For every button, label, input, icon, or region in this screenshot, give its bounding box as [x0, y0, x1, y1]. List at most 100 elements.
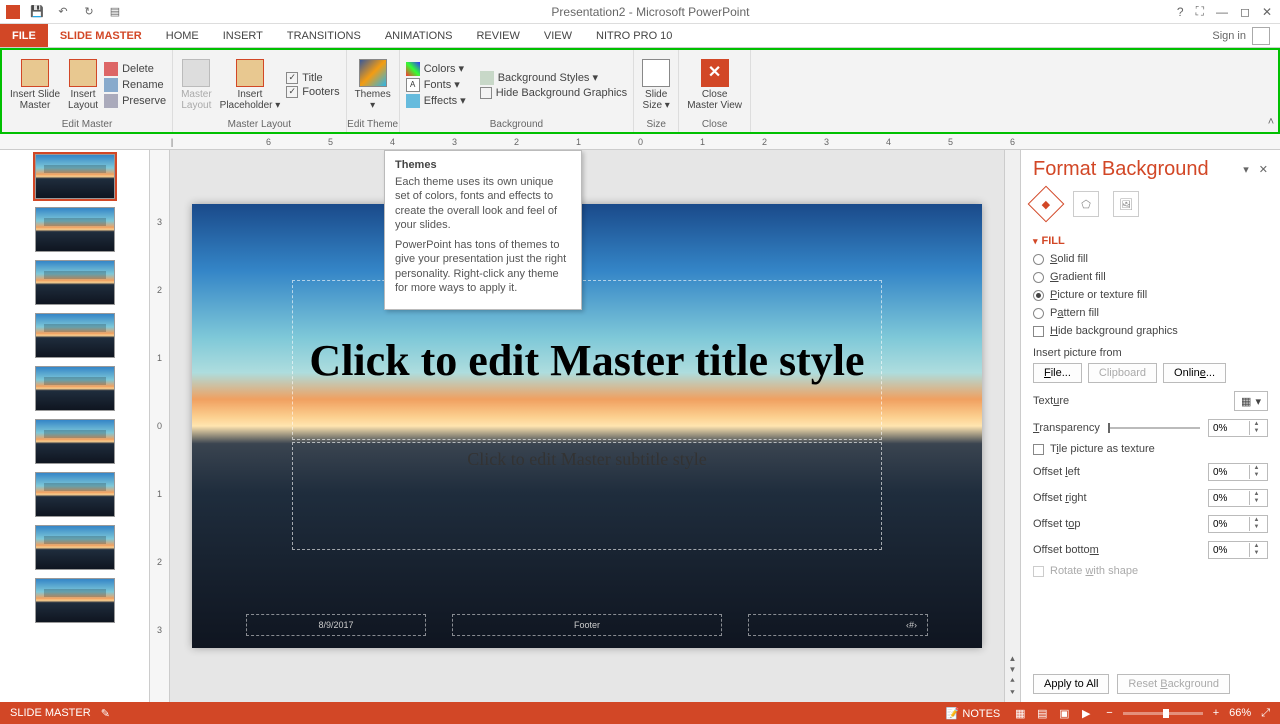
tab-insert[interactable]: INSERT [211, 24, 275, 47]
thumbnail-layout[interactable] [35, 525, 115, 570]
effects-button[interactable]: Effects ▾ [406, 94, 466, 108]
slide-number-icon: ‹#› [906, 620, 917, 630]
fit-to-window-icon[interactable]: ⤢ [1261, 707, 1270, 720]
thumbnail-layout[interactable] [35, 260, 115, 305]
zoom-in-icon[interactable]: + [1213, 707, 1219, 719]
maximize-icon[interactable]: ◻ [1240, 5, 1250, 19]
slide-number-placeholder[interactable]: ‹#› [748, 614, 928, 636]
canvas[interactable]: Click to edit Master title style Click t… [170, 150, 1004, 702]
vertical-scrollbar[interactable]: ▲ ▼ ⯅ ⯆ [1004, 150, 1020, 702]
undo-icon[interactable]: ↶ [54, 3, 72, 21]
spell-check-icon[interactable]: ✎ [101, 707, 110, 720]
picture-fill-radio[interactable]: Picture or texture fill [1033, 289, 1268, 301]
slide-editor: 3210123 Click to edit Master title style… [150, 150, 1020, 702]
normal-view-icon[interactable]: ▦ [1010, 705, 1030, 721]
tab-file[interactable]: FILE [0, 24, 48, 47]
offset-bottom-input[interactable]: ▲▼ [1208, 541, 1268, 559]
master-subtitle-placeholder[interactable]: Click to edit Master subtitle style [292, 442, 882, 550]
texture-picker[interactable]: ▦▾ [1234, 391, 1268, 411]
offset-left-input[interactable]: ▲▼ [1208, 463, 1268, 481]
hide-bg-graphics-checkbox[interactable]: Hide Background Graphics [480, 87, 627, 99]
themes-icon [359, 59, 387, 87]
apply-to-all-button[interactable]: Apply to All [1033, 674, 1109, 694]
tab-slide-master[interactable]: SLIDE MASTER [48, 24, 154, 47]
sign-in-link[interactable]: Sign in [1212, 30, 1246, 42]
pattern-fill-radio[interactable]: Pattern fill [1033, 307, 1268, 319]
master-layout-button[interactable]: Master Layout [179, 57, 214, 113]
slide-size-button[interactable]: Slide Size ▾ [640, 57, 672, 113]
layout-thumbnails[interactable] [0, 150, 150, 702]
thumbnail-layout[interactable] [35, 313, 115, 358]
thumbnail-layout[interactable] [35, 419, 115, 464]
notes-button[interactable]: 📝 NOTES [946, 707, 1001, 720]
close-icon[interactable]: ✕ [1262, 5, 1272, 19]
rename-button[interactable]: Rename [104, 78, 166, 92]
insert-slide-master-button[interactable]: Insert Slide Master [8, 57, 62, 113]
start-from-beginning-icon[interactable]: ▤ [106, 3, 124, 21]
close-master-view-button[interactable]: ✕Close Master View [685, 57, 744, 113]
zoom-slider[interactable] [1123, 712, 1203, 715]
tab-home[interactable]: HOME [154, 24, 211, 47]
fill-section-header[interactable]: FILL [1033, 235, 1268, 247]
offset-top-input[interactable]: ▲▼ [1208, 515, 1268, 533]
transparency-input[interactable]: ▲▼ [1208, 419, 1268, 437]
scroll-down-icon[interactable]: ▼ [1009, 665, 1017, 674]
insert-layout-button[interactable]: Insert Layout [66, 57, 100, 113]
picture-tab-icon[interactable]: 🖼 [1113, 191, 1139, 217]
tab-view[interactable]: VIEW [532, 24, 584, 47]
sorter-view-icon[interactable]: ▤ [1032, 705, 1052, 721]
help-icon[interactable]: ? [1177, 5, 1184, 19]
thumbnail-layout[interactable] [35, 207, 115, 252]
window-title: Presentation2 - Microsoft PowerPoint [124, 5, 1177, 19]
tile-picture-checkbox[interactable]: Tile picture as texture [1033, 443, 1268, 455]
fill-tab-icon[interactable]: ◆ [1028, 186, 1065, 223]
solid-fill-radio[interactable]: Solid fill [1033, 253, 1268, 265]
thumbnail-layout[interactable] [35, 578, 115, 623]
tab-review[interactable]: REVIEW [464, 24, 531, 47]
tab-animations[interactable]: ANIMATIONS [373, 24, 465, 47]
delete-button[interactable]: Delete [104, 62, 166, 76]
date-placeholder[interactable]: 8/9/2017 [246, 614, 426, 636]
master-title-placeholder[interactable]: Click to edit Master title style [292, 280, 882, 440]
minimize-icon[interactable]: — [1216, 5, 1228, 19]
collapse-ribbon-icon[interactable]: ˄ [1264, 50, 1278, 132]
avatar-icon[interactable] [1252, 27, 1270, 45]
thumbnail-layout[interactable] [35, 472, 115, 517]
next-slide-icon[interactable]: ⯆ [1009, 688, 1015, 698]
redo-icon[interactable]: ↻ [80, 3, 98, 21]
title-checkbox[interactable]: ✓Title [286, 72, 339, 84]
footer-placeholder[interactable]: Footer [452, 614, 722, 636]
tab-nitro[interactable]: NITRO PRO 10 [584, 24, 684, 47]
prev-slide-icon[interactable]: ⯅ [1009, 676, 1015, 686]
tab-transitions[interactable]: TRANSITIONS [275, 24, 373, 47]
slide[interactable]: Click to edit Master title style Click t… [192, 204, 982, 648]
thumbnail-slide-master[interactable] [35, 154, 115, 199]
effects-tab-icon[interactable]: ⬠ [1073, 191, 1099, 217]
colors-button[interactable]: Colors ▾ [406, 62, 466, 76]
themes-button[interactable]: Themes ▾ [353, 57, 393, 113]
footers-checkbox[interactable]: ✓Footers [286, 86, 339, 98]
transparency-slider[interactable] [1108, 427, 1200, 429]
save-icon[interactable]: 💾 [28, 3, 46, 21]
zoom-level[interactable]: 66% [1229, 707, 1251, 719]
insert-placeholder-button[interactable]: Insert Placeholder ▾ [218, 57, 283, 113]
preserve-button[interactable]: Preserve [104, 94, 166, 108]
hide-bg-graphics-pane-checkbox[interactable]: Hide background graphics [1033, 325, 1268, 337]
offset-right-input[interactable]: ▲▼ [1208, 489, 1268, 507]
pane-close-icon[interactable]: ✕ [1259, 163, 1268, 176]
reading-view-icon[interactable]: ▣ [1054, 705, 1074, 721]
file-button[interactable]: File... [1033, 363, 1082, 383]
ribbon-display-icon[interactable]: ⛶ [1196, 4, 1204, 19]
offset-top-label: Offset top [1033, 518, 1081, 530]
pane-options-icon[interactable]: ▾ [1243, 163, 1249, 176]
thumbnail-layout[interactable] [35, 366, 115, 411]
scroll-up-icon[interactable]: ▲ [1009, 654, 1017, 663]
slideshow-view-icon[interactable]: ▶ [1076, 705, 1096, 721]
online-button[interactable]: Online... [1163, 363, 1226, 383]
fonts-button[interactable]: AFonts ▾ [406, 78, 466, 92]
background-styles-button[interactable]: Background Styles ▾ [480, 71, 627, 85]
vertical-ruler: 3210123 [150, 150, 170, 702]
zoom-out-icon[interactable]: − [1106, 707, 1112, 719]
gradient-fill-radio[interactable]: Gradient fill [1033, 271, 1268, 283]
offset-bottom-label: Offset bottom [1033, 544, 1099, 556]
